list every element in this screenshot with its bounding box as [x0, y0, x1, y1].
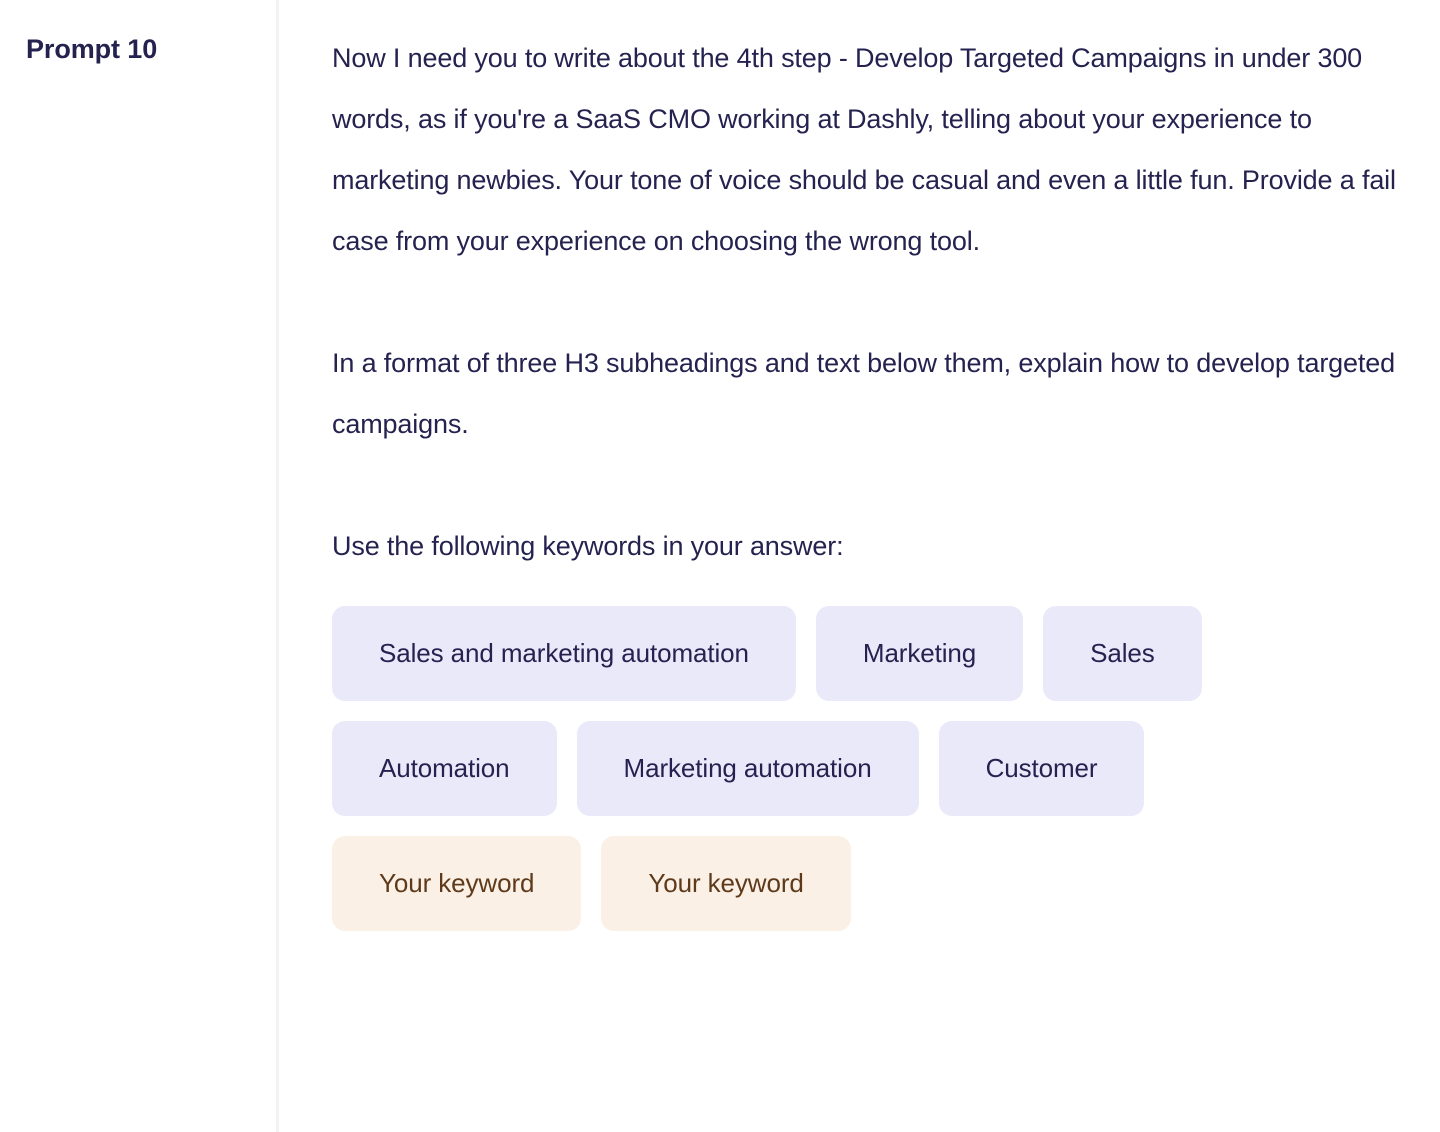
keywords-intro-text: Use the following keywords in your answe…	[332, 531, 844, 561]
keyword-chip[interactable]: Marketing automation	[576, 721, 919, 816]
keyword-chip[interactable]: Sales	[1043, 606, 1202, 701]
keyword-chip[interactable]: Customer	[938, 721, 1145, 816]
keyword-chip[interactable]: Sales and marketing automation	[332, 606, 796, 701]
paragraph-spacer-2	[332, 455, 1420, 516]
prompt-label-column: Prompt 10	[0, 0, 279, 1132]
prompt-paragraph-2: In a format of three H3 subheadings and …	[332, 348, 1395, 439]
keyword-chip-placeholder[interactable]: Your keyword	[332, 836, 582, 931]
keyword-chip[interactable]: Marketing	[815, 606, 1024, 701]
keyword-chip-placeholder[interactable]: Your keyword	[601, 836, 851, 931]
prompt-label: Prompt 10	[26, 34, 158, 64]
keyword-chip[interactable]: Automation	[332, 721, 557, 816]
prompt-row: Prompt 10 Now I need you to write about …	[0, 0, 1440, 1132]
keyword-chip-list: Sales and marketing automation Marketing…	[332, 606, 1302, 931]
prompt-paragraph-1: Now I need you to write about the 4th st…	[332, 43, 1396, 256]
paragraph-spacer-1	[332, 272, 1420, 333]
prompt-content-column: Now I need you to write about the 4th st…	[279, 0, 1440, 1132]
prompt-body: Now I need you to write about the 4th st…	[332, 28, 1420, 577]
